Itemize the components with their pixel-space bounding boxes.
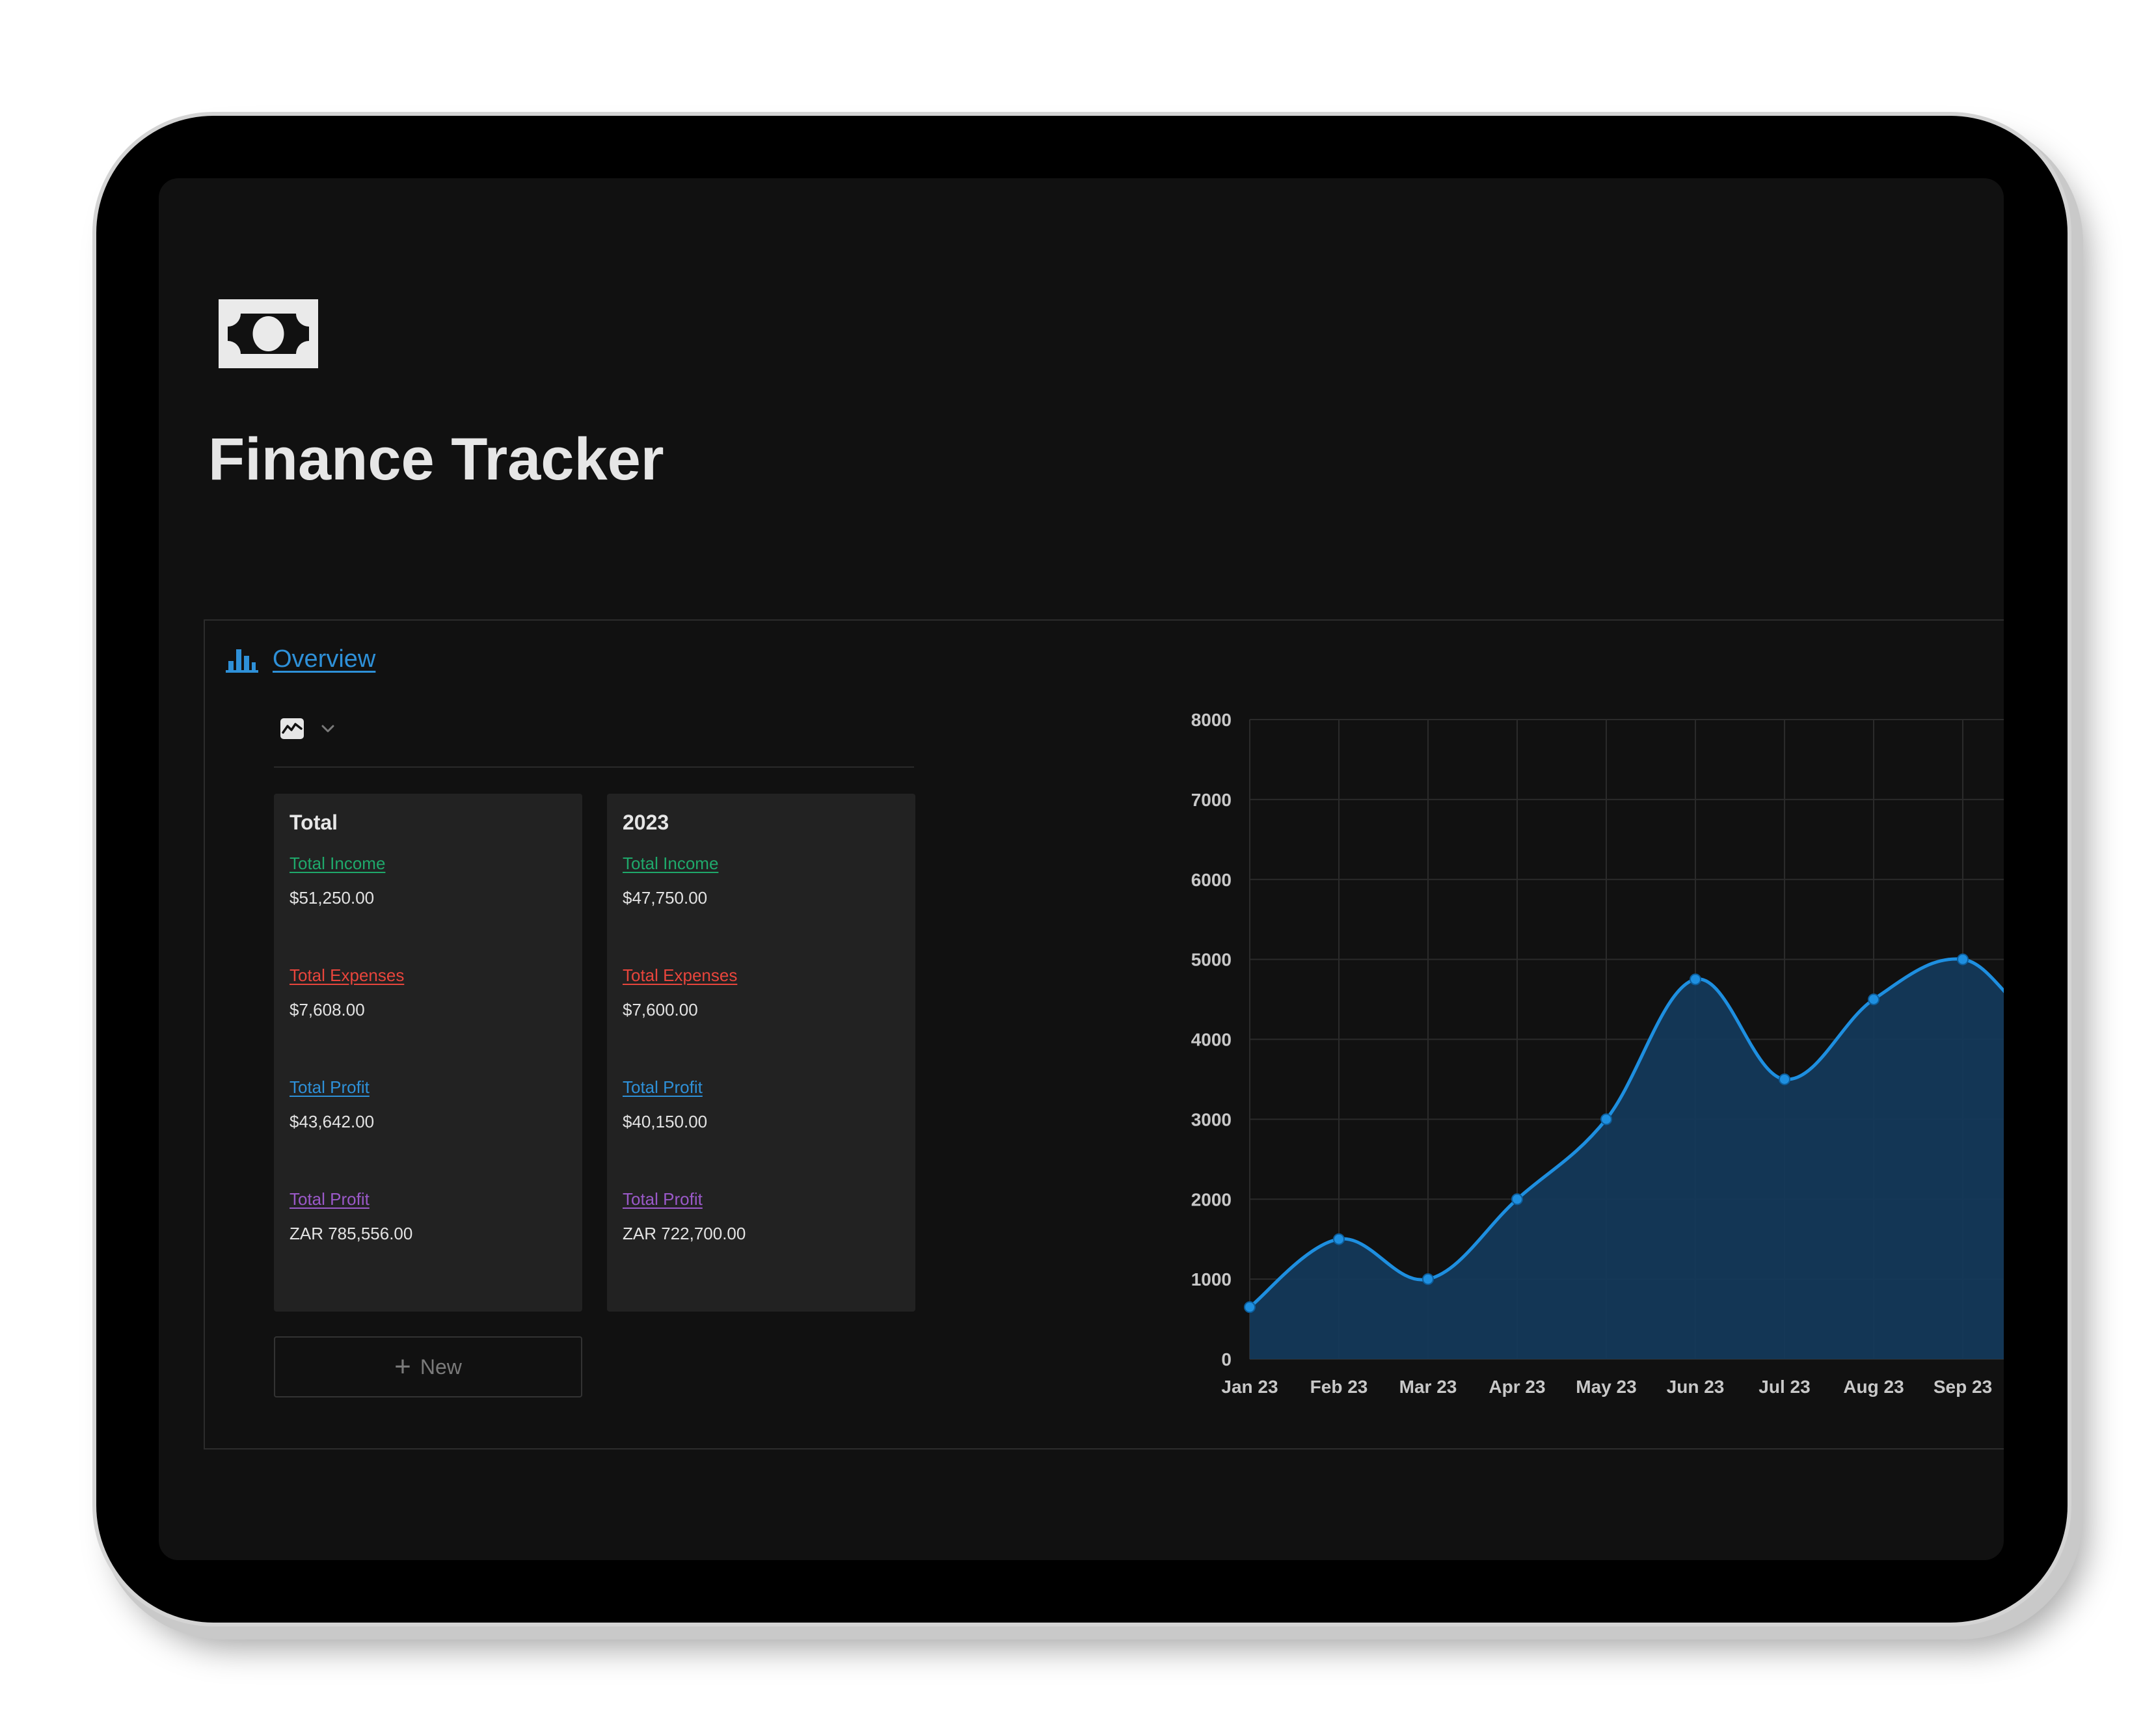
chevron-down-icon [321,725,334,733]
metric-label[interactable]: Total Expenses [623,965,737,986]
card-title: 2023 [623,811,669,834]
metric-value: ZAR 785,556.00 [290,1224,413,1243]
x-tick-label: Apr 23 [1489,1377,1545,1397]
metric-value: ZAR 722,700.00 [623,1224,746,1243]
app-screen: Finance Tracker Overview Total Total Inc… [159,178,2004,1560]
data-point [1690,973,1701,986]
new-button-label: New [420,1355,462,1379]
new-button[interactable]: + New [274,1336,582,1397]
card-title: Total [290,811,338,834]
view-switcher[interactable] [280,718,335,739]
data-point [1779,1073,1790,1085]
metric-label[interactable]: Total Expenses [290,965,404,986]
metric-value: $40,150.00 [623,1112,708,1131]
divider [274,766,914,768]
overview-header[interactable]: Overview [226,645,375,673]
data-point [1600,1113,1612,1126]
data-point [1244,1301,1256,1314]
card-2023[interactable]: 2023 Total Income $47,750.00 Total Expen… [607,794,915,1312]
data-point [1957,953,1969,965]
y-tick-label: 3000 [1191,1109,1232,1129]
metric-value: $43,642.00 [290,1112,375,1131]
x-tick-label: Jan 23 [1221,1377,1278,1397]
x-tick-label: Jul 23 [1758,1377,1810,1397]
y-tick-label: 5000 [1191,950,1232,970]
x-tick-label: May 23 [1576,1377,1636,1397]
metric-label[interactable]: Total Income [290,854,385,874]
y-tick-label: 6000 [1191,870,1232,890]
metric-expenses: Total Expenses $7,608.00 [290,952,567,1064]
metric-profit: Total Profit $40,150.00 [623,1064,900,1176]
metric-profit-zar: Total Profit ZAR 722,700.00 [623,1176,900,1288]
series-area-fill [1250,959,2004,1359]
x-axis-ticks: Jan 23 Feb 23 Mar 23 Apr 23 May 23 Jun 23 Jul … [1221,1377,1992,1397]
x-tick-label: Aug 23 [1843,1377,1904,1397]
metric-label[interactable]: Total Income [623,854,718,874]
metric-income: Total Income $51,250.00 [290,841,567,952]
y-tick-label: 2000 [1191,1189,1232,1209]
x-tick-label: Mar 23 [1399,1377,1457,1397]
metric-value: $51,250.00 [290,888,375,908]
metric-income: Total Income $47,750.00 [623,841,900,952]
page-title: Finance Tracker [208,426,664,492]
line-chart-view-icon [280,718,304,739]
data-point [1333,1233,1345,1245]
x-tick-label: Jun 23 [1667,1377,1725,1397]
metric-value: $7,600.00 [623,1000,698,1019]
data-point [1422,1273,1434,1286]
metric-profit: Total Profit $43,642.00 [290,1064,567,1176]
y-tick-label: 0 [1221,1349,1232,1369]
metric-expenses: Total Expenses $7,600.00 [623,952,900,1064]
y-axis-ticks: 0 1000 2000 3000 4000 5000 6000 7000 8000 [1191,710,1232,1369]
area-chart: 0 1000 2000 3000 4000 5000 6000 7000 8000 Jan 23… [1191,710,2004,1397]
metric-label[interactable]: Total Profit [290,1189,370,1209]
data-point [1511,1193,1523,1206]
metric-label[interactable]: Total Profit [623,1189,703,1209]
money-bill-icon [219,299,318,368]
metric-label[interactable]: Total Profit [623,1077,703,1098]
tablet-frame: Finance Tracker Overview Total Total Inc… [96,116,2068,1623]
metric-profit-zar: Total Profit ZAR 785,556.00 [290,1176,567,1288]
x-tick-label: Feb 23 [1310,1377,1368,1397]
y-tick-label: 7000 [1191,790,1232,810]
y-tick-label: 8000 [1191,710,1232,730]
x-tick-label: Sep 23 [1934,1377,1992,1397]
overview-title-link[interactable]: Overview [273,645,375,673]
card-total[interactable]: Total Total Income $51,250.00 Total Expe… [274,794,582,1312]
bar-chart-icon [226,649,258,673]
metric-value: $47,750.00 [623,888,708,908]
plus-icon: + [394,1351,411,1383]
y-tick-label: 1000 [1191,1269,1232,1289]
metric-value: $7,608.00 [290,1000,365,1019]
overview-section: Overview Total Total Income $51,250.00 T… [204,619,2004,1450]
metric-label[interactable]: Total Profit [290,1077,370,1098]
data-point [1868,993,1880,1006]
y-tick-label: 4000 [1191,1030,1232,1050]
chart-area [1248,957,2004,1359]
